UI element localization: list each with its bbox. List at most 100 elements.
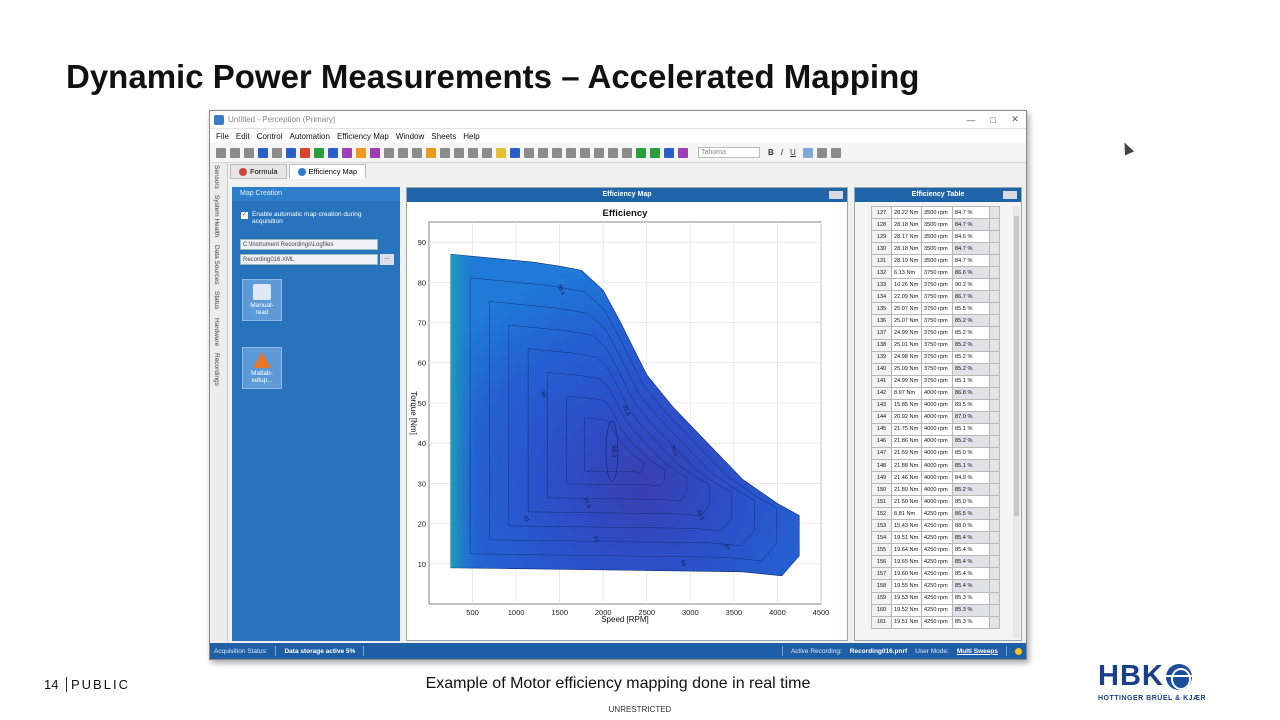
grid-icon[interactable] — [454, 147, 464, 158]
stop-icon[interactable] — [342, 147, 352, 158]
edit-icon[interactable] — [426, 147, 436, 158]
table-row[interactable]: 159 19.53 Nm 4250 rpm 85.3 % — [871, 591, 1000, 605]
side-tab-recordings[interactable]: Recordings — [213, 353, 220, 386]
table-row[interactable]: 161 19.51 Nm 4250 rpm 85.3 % — [871, 615, 1000, 629]
settings-icon[interactable] — [286, 147, 296, 158]
save-as-icon[interactable] — [258, 147, 268, 158]
bring-front-icon[interactable] — [664, 147, 674, 158]
table-row[interactable]: 145 21.75 Nm 4000 rpm 85.1 % — [871, 422, 1000, 436]
table-row[interactable]: 142 8.97 Nm 4000 rpm 86.8 % — [871, 386, 1000, 400]
tab-efficiency-map[interactable]: Efficiency Map — [288, 164, 367, 179]
menu-help[interactable]: Help — [463, 132, 479, 141]
open-icon[interactable] — [230, 147, 240, 158]
table-row[interactable]: 157 19.60 Nm 4250 rpm 85.4 % — [871, 567, 1000, 581]
table-row[interactable]: 140 25.09 Nm 3750 rpm 85.2 % — [871, 362, 1000, 376]
table-row[interactable]: 128 28.18 Nm 3500 rpm 84.7 % — [871, 218, 1000, 232]
minimize-icon[interactable]: — — [960, 115, 982, 125]
matlab-setup-button[interactable]: Matlab-setup... — [242, 347, 282, 389]
close-icon[interactable]: ✕ — [1004, 114, 1026, 125]
table-row[interactable]: 138 25.01 Nm 3750 rpm 85.2 % — [871, 338, 1000, 352]
distribute-icon[interactable] — [566, 147, 576, 158]
table-row[interactable]: 139 24.98 Nm 3750 rpm 85.2 % — [871, 350, 1000, 364]
side-tab-sensors[interactable]: Sensors — [213, 165, 220, 189]
pause-icon[interactable] — [328, 147, 338, 158]
menu-automation[interactable]: Automation — [289, 132, 329, 141]
tab-formula[interactable]: Formula — [230, 164, 287, 179]
ungroup-icon[interactable] — [650, 147, 660, 158]
same-width-icon[interactable] — [608, 147, 618, 158]
browse-button[interactable]: ... — [380, 254, 394, 265]
table-scrollbar[interactable] — [1013, 206, 1020, 638]
table-row[interactable]: 132 6.13 Nm 3750 rpm 86.6 % — [871, 266, 1000, 280]
table-row[interactable]: 148 21.88 Nm 4000 rpm 85.1 % — [871, 458, 1000, 473]
marker-icon[interactable] — [370, 147, 380, 158]
text-left-icon[interactable] — [802, 147, 813, 158]
menu-sheets[interactable]: Sheets — [431, 132, 456, 141]
menu-window[interactable]: Window — [396, 132, 424, 141]
trigger-icon[interactable] — [356, 147, 366, 158]
table-row[interactable]: 141 24.99 Nm 3750 rpm 85.1 % — [871, 374, 1000, 388]
table-row[interactable]: 144 20.92 Nm 4000 rpm 87.0 % — [871, 410, 1000, 424]
table-row[interactable]: 151 21.50 Nm 4000 rpm 85.0 % — [871, 495, 1000, 509]
menu-file[interactable]: File — [216, 132, 229, 141]
table-row[interactable]: 155 19.64 Nm 4250 rpm 85.4 % — [871, 543, 1000, 557]
table-row[interactable]: 130 28.18 Nm 3500 rpm 84.7 % — [871, 242, 1000, 256]
align-left-icon[interactable] — [524, 147, 534, 158]
italic-button[interactable]: I — [781, 148, 783, 157]
table-row[interactable]: 149 21.46 Nm 4000 rpm 84.9 % — [871, 471, 1000, 485]
table-row[interactable]: 134 22.09 Nm 3750 rpm 86.7 % — [871, 290, 1000, 304]
table-row[interactable]: 150 21.89 Nm 4000 rpm 85.2 % — [871, 483, 1000, 497]
auto-map-checkbox[interactable]: ✓ Enable automatic map creation during a… — [241, 211, 400, 225]
new-icon[interactable] — [216, 147, 226, 158]
table-icon[interactable] — [468, 147, 478, 158]
chart-icon[interactable] — [496, 147, 506, 158]
table-row[interactable]: 143 15.85 Nm 4000 rpm 89.5 % — [871, 398, 1000, 412]
table-row[interactable]: 127 28.22 Nm 3500 rpm 84.7 % — [871, 205, 1000, 220]
align-right-icon[interactable] — [552, 147, 562, 158]
font-select[interactable]: Tahoma — [698, 147, 760, 158]
menu-efficiency-map[interactable]: Efficiency Map — [337, 132, 389, 141]
table-row[interactable]: 156 19.65 Nm 4250 rpm 85.4 % — [871, 555, 1000, 569]
underline-button[interactable]: U — [790, 148, 796, 157]
scrollbar-thumb[interactable] — [1014, 216, 1019, 516]
table-row[interactable]: 137 24.99 Nm 3750 rpm 85.2 % — [871, 326, 1000, 340]
zoom-in-icon[interactable] — [398, 147, 408, 158]
file-field[interactable]: Recording016.XML — [240, 254, 378, 265]
bold-button[interactable]: B — [768, 148, 774, 157]
print-icon[interactable] — [272, 147, 282, 158]
path-field[interactable]: C:\Instrument Recordings\Logfiles — [240, 239, 378, 250]
zoom-out-icon[interactable] — [412, 147, 422, 158]
table-row[interactable]: 153 15.43 Nm 4250 rpm 88.0 % — [871, 519, 1000, 533]
send-back-icon[interactable] — [678, 147, 688, 158]
manual-read-button[interactable]: Manual-read — [242, 279, 282, 321]
microphone-icon[interactable] — [384, 147, 394, 158]
align-top-icon[interactable] — [580, 147, 590, 158]
menu-control[interactable]: Control — [257, 132, 283, 141]
menu-edit[interactable]: Edit — [236, 132, 250, 141]
table-row[interactable]: 152 8.81 Nm 4250 rpm 86.5 % — [871, 507, 1000, 521]
layout-icon[interactable] — [440, 147, 450, 158]
maximize-icon[interactable]: □ — [982, 115, 1004, 125]
table-row[interactable]: 129 28.17 Nm 3500 rpm 84.6 % — [871, 230, 1000, 244]
align-bottom-icon[interactable] — [594, 147, 604, 158]
same-height-icon[interactable] — [622, 147, 632, 158]
save-icon[interactable] — [244, 147, 254, 158]
side-tab-data-sources[interactable]: Data Sources — [213, 245, 220, 284]
group-icon[interactable] — [636, 147, 646, 158]
image-icon[interactable] — [510, 147, 520, 158]
table-row[interactable]: 147 21.59 Nm 4000 rpm 85.0 % — [871, 446, 1000, 460]
side-tab-system-health[interactable]: System Health — [213, 195, 220, 237]
table-row[interactable]: 133 16.26 Nm 3750 rpm 90.2 % — [871, 278, 1000, 292]
text-center-icon[interactable] — [816, 147, 827, 158]
table-row[interactable]: 158 19.55 Nm 4250 rpm 85.4 % — [871, 579, 1000, 593]
table-menu-icon[interactable] — [1003, 191, 1017, 199]
sheet-icon[interactable] — [482, 147, 492, 158]
text-right-icon[interactable] — [830, 147, 841, 158]
panel-menu-icon[interactable] — [829, 191, 843, 199]
side-tab-status[interactable]: Status — [213, 291, 220, 309]
table-row[interactable]: 154 19.51 Nm 4250 rpm 85.4 % — [871, 531, 1000, 545]
table-row[interactable]: 135 25.07 Nm 3750 rpm 85.5 % — [871, 302, 1000, 316]
table-row[interactable]: 136 25.07 Nm 3750 rpm 85.2 % — [871, 314, 1000, 328]
record-icon[interactable] — [300, 147, 310, 158]
table-row[interactable]: 160 19.52 Nm 4250 rpm 85.3 % — [871, 603, 1000, 617]
